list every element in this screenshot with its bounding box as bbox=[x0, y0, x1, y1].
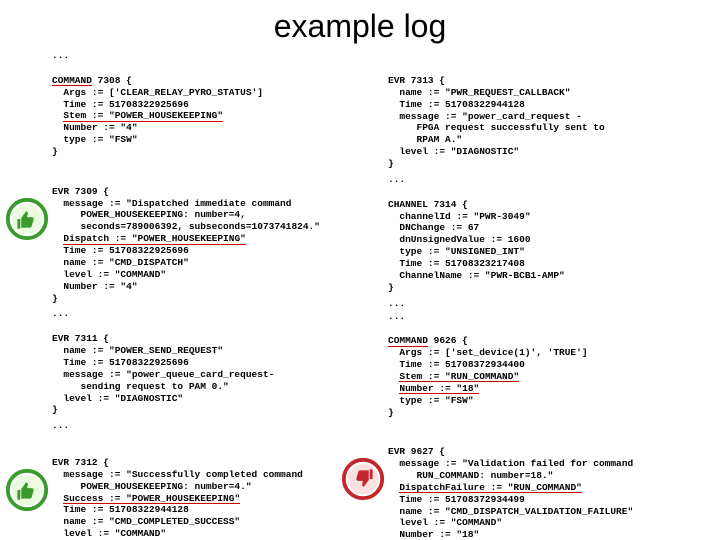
time: Time := 51708372934400 bbox=[399, 359, 524, 370]
level: level := "DIAGNOSTIC" bbox=[63, 393, 183, 404]
command-id: 7308 bbox=[98, 75, 121, 86]
name: name := "CMD_DISPATCH" bbox=[63, 257, 188, 268]
number: Number := "18" bbox=[399, 384, 479, 395]
command-label: COMMAND bbox=[52, 76, 92, 87]
ellipsis: ... bbox=[388, 311, 716, 323]
time: Time := 51708322925696 bbox=[63, 357, 188, 368]
evr-header: EVR 7311 { bbox=[52, 333, 109, 344]
ellipsis: ... bbox=[388, 298, 716, 310]
time: Time := 51708372934499 bbox=[399, 494, 524, 505]
number: "4" bbox=[120, 122, 137, 133]
dispatch-failure-line: DispatchFailure := "RUN_COMMAND" bbox=[399, 483, 581, 494]
time: Time := 51708322944128 bbox=[399, 99, 524, 110]
ellipsis: ... bbox=[388, 174, 716, 186]
msg: message := "Dispatched immediate command bbox=[63, 198, 291, 209]
thumbs-up-icon bbox=[4, 184, 50, 230]
evr-9627: EVR 9627 { message := "Validation failed… bbox=[388, 422, 716, 540]
log-content: ... COMMAND 7308 { Args := ['CLEAR_RELAY… bbox=[0, 49, 720, 540]
msg: message := "Validation failed for comman… bbox=[399, 458, 633, 469]
msg: POWER_HOUSEKEEPING: number=4, bbox=[63, 209, 245, 220]
stem-line: Stem := "POWER_HOUSEKEEPING" bbox=[63, 111, 223, 122]
evr-7311: EVR 7311 { name := "POWER_SEND_REQUEST" … bbox=[52, 321, 380, 416]
name: name := "PWR_REQUEST_CALLBACK" bbox=[399, 87, 570, 98]
success-line: Success := "POWER_HOUSEKEEPING" bbox=[63, 494, 240, 505]
number: Number := "4" bbox=[63, 281, 137, 292]
msg: FPGA request successfully sent to bbox=[399, 122, 604, 133]
time: 51708322925696 bbox=[109, 99, 189, 110]
msg: message := "power_queue_card_request- bbox=[63, 369, 274, 380]
name: name := "POWER_SEND_REQUEST" bbox=[63, 345, 223, 356]
channel-name: ChannelName := "PWR-BCB1-AMP" bbox=[399, 270, 564, 281]
command-id: 9626 bbox=[434, 335, 457, 346]
msg: RUN_COMMAND: number=18." bbox=[399, 470, 553, 481]
command-9626: COMMAND 9626 { Args := ['set_device(1)',… bbox=[388, 323, 716, 418]
ellipsis: ... bbox=[52, 308, 380, 320]
command-label: COMMAND bbox=[388, 336, 428, 347]
msg: RPAM A." bbox=[399, 134, 462, 145]
type: type := "UNSIGNED_INT" bbox=[399, 246, 524, 257]
name: name := "CMD_COMPLETED_SUCCESS" bbox=[63, 516, 240, 527]
time: Time := 51708322944128 bbox=[63, 504, 188, 515]
evr-header: EVR 7312 { bbox=[52, 457, 109, 468]
level: level := "COMMAND" bbox=[63, 269, 166, 280]
args: ['CLEAR_RELAY_PYRO_STATUS'] bbox=[109, 87, 263, 98]
name: name := "CMD_DISPATCH_VALIDATION_FAILURE… bbox=[399, 506, 633, 517]
evr-header: EVR 7309 { bbox=[52, 186, 109, 197]
args: Args := ['set_device(1)', 'TRUE'] bbox=[399, 347, 587, 358]
msg: seconds=789006392, subseconds=1073741824… bbox=[63, 221, 320, 232]
msg: message := "Successfully completed comma… bbox=[63, 469, 302, 480]
time: Time := 51708323217408 bbox=[399, 258, 524, 269]
evr-header: EVR 7313 { bbox=[388, 75, 445, 86]
left-column: ... COMMAND 7308 { Args := ['CLEAR_RELAY… bbox=[4, 49, 380, 540]
msg: sending request to PAM 0." bbox=[63, 381, 228, 392]
ellipsis: ... bbox=[52, 50, 380, 62]
evr-7313: EVR 7313 { name := "PWR_REQUEST_CALLBACK… bbox=[388, 63, 716, 170]
msg: POWER_HOUSEKEEPING: number=4." bbox=[63, 481, 251, 492]
channel-id: channelId := "PWR-3049" bbox=[399, 211, 530, 222]
channel-header: CHANNEL 7314 { bbox=[388, 199, 468, 210]
level: level := "COMMAND" bbox=[399, 517, 502, 528]
dn-change: DNChange := 67 bbox=[399, 222, 479, 233]
msg: message := "power_card_request - bbox=[399, 111, 581, 122]
dispatch-line: Dispatch := "POWER_HOUSEKEEPING" bbox=[63, 234, 245, 245]
number: Number := "18" bbox=[399, 529, 479, 540]
page-title: example log bbox=[0, 0, 720, 49]
type: type := "FSW" bbox=[399, 395, 473, 406]
level: level := "COMMAND" bbox=[63, 528, 166, 539]
thumbs-up-icon bbox=[4, 455, 50, 501]
evr-header: EVR 9627 { bbox=[388, 446, 445, 457]
evr-7309: EVR 7309 { message := "Dispatched immedi… bbox=[52, 162, 380, 305]
command-7308: COMMAND 7308 { Args := ['CLEAR_RELAY_PYR… bbox=[52, 63, 380, 158]
time: Time := 51708322925696 bbox=[63, 245, 188, 256]
ellipsis: ... bbox=[52, 420, 380, 432]
dn-value: dnUnsignedValue := 1600 bbox=[399, 234, 530, 245]
right-column: EVR 7313 { name := "PWR_REQUEST_CALLBACK… bbox=[380, 49, 716, 540]
channel-7314: CHANNEL 7314 { channelId := "PWR-3049" D… bbox=[388, 187, 716, 294]
stem-line: Stem := "RUN_COMMAND" bbox=[399, 372, 519, 383]
evr-7312: EVR 7312 { message := "Successfully comp… bbox=[52, 433, 380, 540]
type: "FSW" bbox=[109, 134, 138, 145]
thumbs-down-icon bbox=[340, 444, 386, 490]
level: level := "DIAGNOSTIC" bbox=[399, 146, 519, 157]
